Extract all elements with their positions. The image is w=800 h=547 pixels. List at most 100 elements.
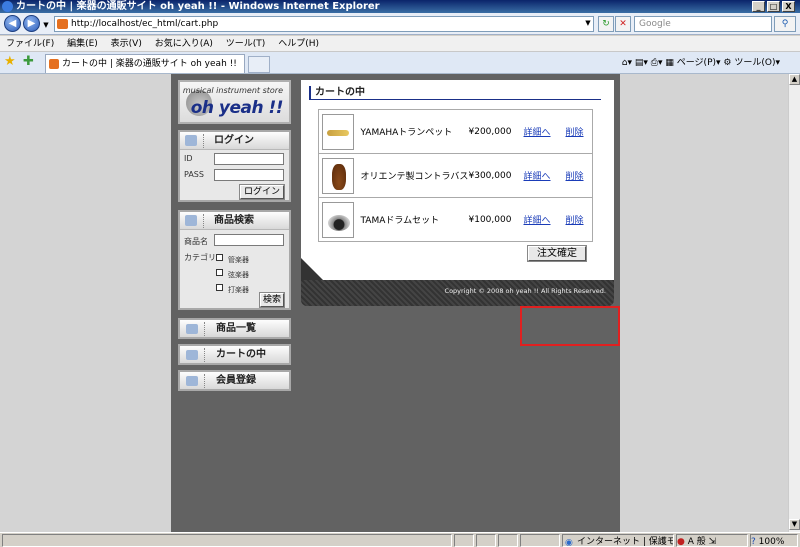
- status-cell: [498, 534, 518, 547]
- delete-link[interactable]: 削除: [566, 216, 584, 226]
- product-price: ¥200,000: [468, 109, 524, 154]
- pass-label: PASS: [184, 170, 204, 179]
- page-menu[interactable]: ▦ ページ(P)▾: [665, 58, 720, 68]
- menu-file[interactable]: ファイル(F): [6, 39, 54, 49]
- login-header: ログイン: [180, 132, 289, 150]
- product-search-box: 商品検索 商品名 カテゴリ 管楽器 弦楽器 打楽器 検索: [178, 210, 291, 310]
- category-wind-label: 管楽器: [228, 256, 249, 264]
- ime-icon: ●: [677, 537, 685, 547]
- search-title: 商品検索: [214, 215, 254, 226]
- url-text: http://localhost/ec_html/cart.php: [71, 19, 219, 29]
- category-percussion-checkbox[interactable]: [216, 284, 223, 291]
- login-button[interactable]: ログイン: [239, 184, 285, 200]
- nav-register[interactable]: 会員登録: [178, 370, 291, 391]
- tab-label: カートの中 | 楽器の通販サイト oh yeah !!: [62, 59, 237, 69]
- password-input[interactable]: [214, 169, 284, 181]
- close-button[interactable]: X: [782, 1, 795, 12]
- zoom-level[interactable]: ? 100%: [750, 534, 798, 547]
- highlight-annotation: [520, 306, 620, 346]
- menu-help[interactable]: ヘルプ(H): [278, 39, 319, 49]
- tab-favicon-icon: [49, 59, 59, 69]
- ime-bar[interactable]: ● A 般 ⇲: [676, 534, 748, 547]
- refresh-icon[interactable]: ↻: [598, 16, 614, 32]
- menu-bar: ファイル(F) 編集(E) 表示(V) お気に入り(A) ツール(T) ヘルプ(…: [0, 36, 800, 52]
- tools-menu[interactable]: ⚙ ツール(O)▾: [723, 58, 780, 68]
- logo-tagline: musical instrument store: [182, 86, 283, 95]
- status-bar: ◉インターネット | 保護モード: 有効 ● A 般 ⇲ ? 100%: [0, 532, 800, 547]
- product-thumbnail: [322, 157, 354, 194]
- login-title: ログイン: [214, 135, 254, 146]
- status-cell: [454, 534, 474, 547]
- id-input[interactable]: [214, 153, 284, 165]
- url-field[interactable]: http://localhost/ec_html/cart.php: [54, 16, 594, 32]
- tab-cart[interactable]: カートの中 | 楽器の通販サイト oh yeah !!: [45, 54, 245, 73]
- table-row: TAMAドラムセット ¥100,000 詳細へ 削除: [318, 197, 593, 242]
- list-icon: [186, 324, 198, 334]
- page-container: musical instrument store oh yeah !! ログイン…: [171, 74, 620, 532]
- security-zone[interactable]: ◉インターネット | 保護モード: 有効: [562, 534, 674, 547]
- print-icon[interactable]: ⎙▾: [651, 58, 663, 68]
- nav-separator: [204, 348, 206, 362]
- history-dropdown-icon[interactable]: ▼: [41, 18, 51, 30]
- product-name: TAMAドラムセット: [360, 197, 469, 242]
- menu-view[interactable]: 表示(V): [111, 39, 142, 49]
- window-title: カートの中 | 楽器の通販サイト oh yeah !! - Windows In…: [16, 1, 380, 12]
- menu-tools[interactable]: ツール(T): [226, 39, 266, 49]
- site-logo[interactable]: musical instrument store oh yeah !!: [178, 80, 291, 124]
- logo-brand: oh yeah !!: [190, 98, 284, 118]
- detail-link[interactable]: 詳細へ: [524, 172, 551, 182]
- product-name-label: 商品名: [184, 237, 208, 246]
- stop-icon[interactable]: ✕: [615, 16, 631, 32]
- minimize-button[interactable]: _: [752, 1, 765, 12]
- header-separator: [203, 134, 205, 148]
- cart-table: YAMAHAトランペット ¥200,000 詳細へ 削除 オリエンテ製コントラバ…: [318, 109, 593, 242]
- scroll-up-icon[interactable]: ▲: [789, 74, 800, 85]
- menu-edit[interactable]: 編集(E): [67, 39, 98, 49]
- new-tab-button[interactable]: [248, 56, 270, 73]
- forward-button[interactable]: ▶: [23, 15, 40, 32]
- category-percussion-label: 打楽器: [228, 286, 249, 294]
- search-input[interactable]: Google: [634, 16, 772, 32]
- category-string-checkbox[interactable]: [216, 269, 223, 276]
- id-label: ID: [184, 154, 193, 163]
- nav-product-list[interactable]: 商品一覧: [178, 318, 291, 339]
- home-icon[interactable]: ⌂▾: [622, 58, 632, 68]
- delete-link[interactable]: 削除: [566, 172, 584, 182]
- contrabass-icon: [332, 163, 346, 190]
- favorites-star-icon[interactable]: ★: [4, 54, 16, 69]
- vertical-scrollbar[interactable]: ▲ ▼: [788, 74, 800, 532]
- detail-link[interactable]: 詳細へ: [524, 128, 551, 138]
- nav-cart-label: カートの中: [216, 349, 266, 360]
- status-cell: [476, 534, 496, 547]
- nav-register-label: 会員登録: [216, 375, 256, 386]
- confirm-order-button[interactable]: 注文確定: [527, 245, 587, 262]
- nav-separator: [204, 322, 206, 336]
- delete-link[interactable]: 削除: [566, 128, 584, 138]
- help-icon: ?: [751, 537, 756, 547]
- login-box: ログイン ID PASS ログイン: [178, 130, 291, 202]
- category-string-label: 弦楽器: [228, 271, 249, 279]
- trumpet-icon: [327, 129, 349, 136]
- status-cell: [520, 534, 560, 547]
- scroll-down-icon[interactable]: ▼: [789, 519, 800, 530]
- url-dropdown-icon[interactable]: ▼: [582, 16, 594, 32]
- user-icon: [186, 376, 198, 386]
- search-go-icon[interactable]: ⚲: [774, 16, 796, 32]
- ie-logo-icon: [2, 1, 13, 12]
- detail-link[interactable]: 詳細へ: [524, 216, 551, 226]
- nav-separator: [204, 374, 206, 388]
- product-name-input[interactable]: [214, 234, 284, 246]
- feeds-icon[interactable]: ▤▾: [635, 58, 648, 68]
- menu-favorites[interactable]: お気に入り(A): [155, 39, 213, 49]
- header-separator: [203, 214, 205, 228]
- window-titlebar: カートの中 | 楽器の通販サイト oh yeah !! - Windows In…: [0, 0, 800, 13]
- table-row: YAMAHAトランペット ¥200,000 詳細へ 削除: [318, 109, 593, 154]
- category-wind-checkbox[interactable]: [216, 254, 223, 261]
- add-favorites-icon[interactable]: ✚: [23, 54, 34, 69]
- search-button[interactable]: 検索: [259, 292, 285, 308]
- back-button[interactable]: ◀: [4, 15, 21, 32]
- search-header: 商品検索: [180, 212, 289, 230]
- maximize-button[interactable]: □: [767, 1, 780, 12]
- nav-cart[interactable]: カートの中: [178, 344, 291, 365]
- page-viewport: musical instrument store oh yeah !! ログイン…: [0, 74, 788, 532]
